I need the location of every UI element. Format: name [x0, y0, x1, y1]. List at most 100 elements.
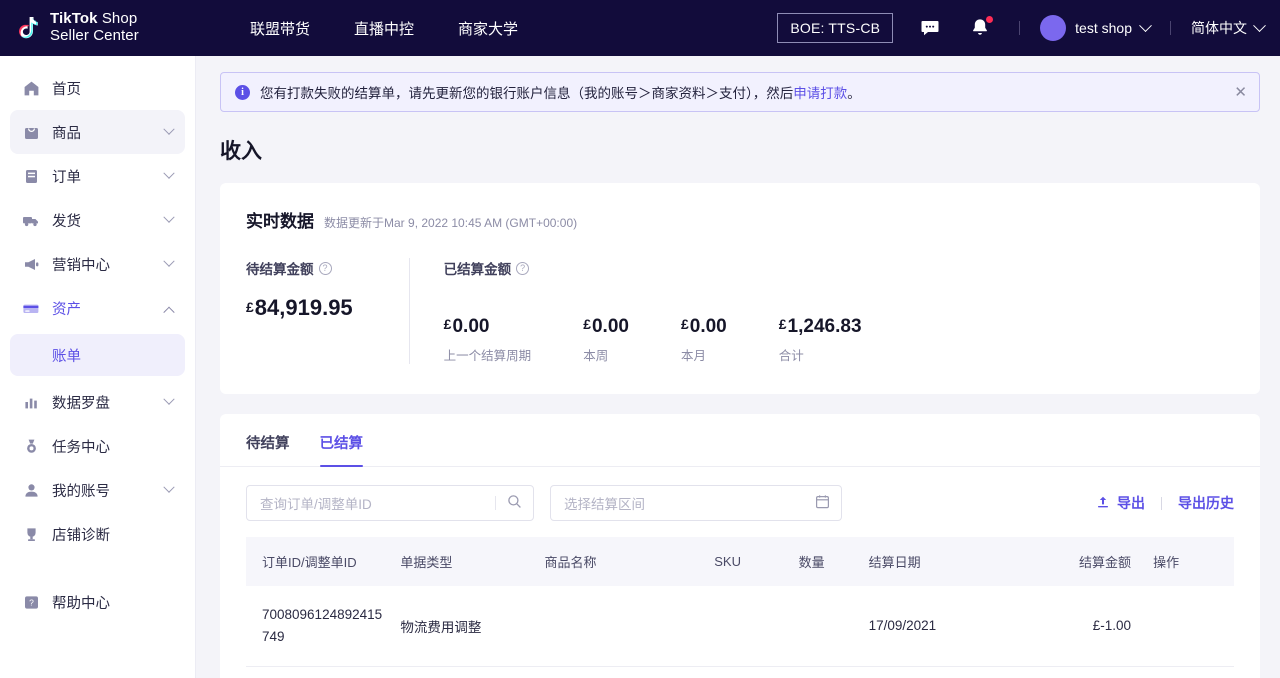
bag-icon	[22, 123, 40, 141]
tab-settled[interactable]: 已结算	[320, 432, 364, 466]
stat-sublabel: 上一个结算周期	[444, 345, 532, 364]
stat-settled-label: 已结算金额 ?	[444, 258, 914, 278]
sidebar-label: 营销中心	[52, 254, 110, 275]
col-qty: 数量	[799, 537, 869, 586]
environment-badge[interactable]: BOE: TTS-CB	[777, 13, 893, 43]
brand-logo[interactable]: TikTok Shop Seller Center	[14, 11, 204, 45]
export-button[interactable]: 导出	[1096, 493, 1145, 513]
sidebar-item-products[interactable]: 商品	[10, 110, 185, 154]
stat-pending-label: 待结算金额 ?	[246, 258, 353, 278]
divider	[1170, 21, 1171, 35]
sidebar-label: 帮助中心	[52, 592, 110, 613]
table-row[interactable]: 576463408214475933 收入 xuyanna_cb red, ne…	[246, 666, 1234, 678]
updated-time: 数据更新于Mar 9, 2022 10:45 AM (GMT+00:00)	[324, 214, 577, 231]
sidebar-item-analytics[interactable]: 数据罗盘	[10, 380, 185, 424]
shop-name: test shop	[1075, 20, 1132, 36]
col-amount: 结算金额	[1023, 537, 1131, 586]
sidebar-item-shop-diagnosis[interactable]: 店铺诊断	[10, 512, 185, 556]
cell-amount: £12.17	[1023, 666, 1131, 678]
chevron-down-icon	[1253, 19, 1266, 32]
shop-selector[interactable]: test shop	[1040, 15, 1150, 41]
export-history-button[interactable]: 导出历史	[1178, 493, 1234, 513]
currency-symbol: £	[779, 316, 787, 332]
updated-label: 数据更新于	[324, 216, 384, 230]
table-row[interactable]: 7008096124892415749 物流费用调整 17/09/2021 £-…	[246, 586, 1234, 666]
cell-sku: red, new	[714, 666, 798, 678]
stat-total: £1,246.83 合计	[779, 278, 862, 364]
search-input[interactable]: 查询订单/调整单ID	[246, 485, 534, 521]
currency-symbol: £	[681, 316, 689, 332]
close-icon[interactable]: ✕	[1234, 85, 1247, 100]
value-text: 84,919.95	[255, 295, 353, 320]
divider	[1161, 497, 1162, 510]
message-icon[interactable]	[919, 17, 941, 39]
help-tooltip-icon[interactable]: ?	[319, 262, 332, 275]
page-title: 收入	[220, 135, 1260, 165]
date-range-placeholder: 选择结算区间	[564, 493, 815, 513]
medal-icon	[22, 437, 40, 455]
help-icon: ?	[22, 593, 40, 611]
help-tooltip-icon[interactable]: ?	[516, 262, 529, 275]
sidebar-label: 数据罗盘	[52, 392, 110, 413]
divider	[495, 496, 496, 510]
settled-values: £0.00 上一个结算周期 £0.00 本周 £0.00 本月 £1,246	[444, 278, 914, 364]
stat-sublabel: 合计	[779, 345, 862, 364]
order-id-part1: 700809612489241	[262, 607, 375, 622]
sidebar-item-shipping[interactable]: 发货	[10, 198, 185, 242]
top-bar: TikTok Shop Seller Center 联盟带货 直播中控 商家大学…	[0, 0, 1280, 56]
value-text: 0.00	[592, 316, 629, 337]
cell-type: 收入	[400, 666, 544, 678]
sidebar-label: 店铺诊断	[52, 524, 110, 545]
date-range-input[interactable]: 选择结算区间	[550, 485, 842, 521]
stat-sublabel: 本月	[681, 345, 727, 364]
records-filters: 查询订单/调整单ID 选择结算区间	[220, 467, 1260, 537]
sidebar-label: 首页	[52, 78, 81, 99]
sidebar-label: 我的账号	[52, 480, 110, 501]
sidebar-item-my-account[interactable]: 我的账号	[10, 468, 185, 512]
tab-pending-settlement[interactable]: 待结算	[246, 432, 290, 466]
sidebar-item-orders[interactable]: 订单	[10, 154, 185, 198]
sidebar-item-home[interactable]: 首页	[10, 66, 185, 110]
language-selector[interactable]: 简体中文	[1191, 18, 1264, 38]
cell-amount: £-1.00	[1023, 586, 1131, 666]
apply-payout-link[interactable]: 申请打款	[793, 86, 847, 101]
sidebar-subitem-bills[interactable]: 账单	[10, 334, 185, 376]
cell-qty: 1	[799, 666, 869, 678]
search-icon[interactable]	[507, 494, 522, 512]
col-action: 操作	[1131, 537, 1234, 586]
notification-dot	[986, 16, 993, 23]
currency-symbol: £	[246, 299, 254, 315]
bell-icon[interactable]	[969, 17, 991, 39]
records-tabs: 待结算 已结算	[220, 414, 1260, 467]
cell-date: 17/09/2021	[869, 586, 1023, 666]
user-icon	[22, 481, 40, 499]
table-head: 订单ID/调整单ID 单据类型 商品名称 SKU 数量 结算日期 结算金额 操作	[246, 537, 1234, 586]
cell-product: xuyanna_cb	[544, 666, 714, 678]
sidebar-item-tasks[interactable]: 任务中心	[10, 424, 185, 468]
calendar-icon[interactable]	[815, 494, 830, 512]
currency-symbol: £	[583, 316, 591, 332]
cell-action	[1131, 586, 1234, 666]
nav-item-academy[interactable]: 商家大学	[458, 18, 518, 39]
chevron-up-icon	[163, 307, 174, 318]
cell-type: 物流费用调整	[400, 586, 544, 666]
brand-shop: Shop	[98, 10, 138, 27]
sidebar-item-marketing[interactable]: 营销中心	[10, 242, 185, 286]
nav-item-affiliate[interactable]: 联盟带货	[250, 18, 310, 39]
list-icon	[22, 167, 40, 185]
sidebar-label: 订单	[52, 166, 81, 187]
col-type: 单据类型	[400, 537, 544, 586]
chevron-down-icon	[163, 482, 174, 493]
col-order-id: 订单ID/调整单ID	[246, 537, 400, 586]
sidebar-item-assets[interactable]: 资产	[10, 286, 185, 330]
megaphone-icon	[22, 255, 40, 273]
sidebar-gap	[0, 556, 195, 580]
sidebar-item-help-center[interactable]: ? 帮助中心	[10, 580, 185, 624]
sidebar-label: 商品	[52, 122, 81, 143]
sidebar: 首页 商品 订单 发货 营销中心	[0, 56, 196, 678]
truck-icon	[22, 211, 40, 229]
nav-item-live-control[interactable]: 直播中控	[354, 18, 414, 39]
stat-pending-value: £84,919.95	[246, 295, 353, 321]
info-icon: i	[235, 85, 250, 100]
realtime-header: 实时数据 数据更新于Mar 9, 2022 10:45 AM (GMT+00:0…	[246, 207, 1234, 232]
